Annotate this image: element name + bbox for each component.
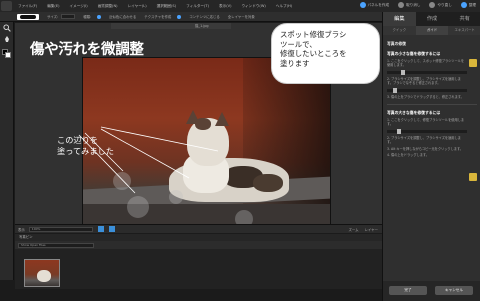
redo-button[interactable]: やり直し — [429, 2, 452, 8]
panel-footer: 完了 キャンセル — [383, 281, 480, 301]
instruction-callout: スポット修復ブラシ ツールで、 修復したいところを 塗ります — [271, 23, 380, 84]
callout-line2: ツールで、 — [280, 39, 317, 49]
redo-icon — [429, 2, 436, 8]
menu-layer[interactable]: レイヤー(L) — [128, 4, 147, 9]
toolbox — [0, 22, 14, 280]
small-blemish-step1: 1. ここをクリックして、スポット修復ブラシツールを使用します。 — [387, 59, 465, 68]
create-panel-button[interactable]: パネルを作成 — [359, 2, 389, 8]
callout-line3: 修復したいところを — [280, 49, 347, 59]
large-blemish-step1: 1. ここをクリックして、修復ブラシツールを使用します。 — [387, 118, 465, 127]
brush-preview[interactable] — [17, 13, 39, 20]
small-blemish-step3: 3. 傷の上をブラシでドラッグすると、修正されます。 — [387, 94, 464, 99]
small-blemish-step2: 2. ブラシサイズを調整し、ブラシサイズを適用します。ブラシでなぞると修正されま… — [387, 76, 461, 86]
create-icon — [359, 2, 366, 8]
all-layers-label: 全レイヤーを対象 — [227, 15, 255, 19]
undo-button[interactable]: 取り消し — [398, 2, 420, 8]
options-bar: サイズ: 種類: 近似色に合わせる テクスチャを作成 コンテンツに応じる 全レイ… — [0, 12, 382, 22]
tab-guided[interactable]: ガイド — [415, 26, 449, 35]
divider — [387, 104, 477, 106]
large-blemish-step4: 4. 傷の上をドラッグします。 — [387, 153, 429, 158]
spot-healing-brush-icon[interactable] — [469, 59, 477, 67]
background-color-swatch[interactable] — [5, 52, 11, 58]
app-logo[interactable] — [1, 1, 12, 11]
undo-icon — [398, 2, 405, 8]
section-heading: 写真の修復 — [387, 41, 406, 46]
hand-tool-icon[interactable] — [2, 35, 12, 43]
size-label: サイズ: — [47, 15, 59, 19]
slider-knob[interactable] — [393, 87, 397, 93]
layout-icon[interactable] — [108, 226, 115, 232]
photo-bin-header[interactable]: 写真ビン — [15, 234, 382, 241]
tab-share[interactable]: 共有 — [448, 12, 480, 26]
menu-enhance[interactable]: 画質調整(N) — [98, 4, 118, 9]
mode-tabs: 編集 作成 共有 — [383, 12, 480, 26]
tab-edit[interactable]: 編集 — [383, 12, 416, 26]
hardness-slider[interactable] — [387, 87, 467, 93]
brush-size-slider[interactable] — [387, 69, 467, 75]
status-right: ズーム レイヤー — [348, 227, 378, 232]
mode-label[interactable]: レイヤー — [365, 227, 378, 232]
large-blemish-title: 写真の大きな傷を修復するには — [387, 110, 441, 116]
menu-filter[interactable]: フィルター(T) — [186, 4, 209, 9]
annotation-line2: 塗ってみました — [57, 145, 114, 156]
content-aware-label: コンテンツに応じる — [189, 15, 220, 19]
large-blemish-step2: 2. ブラシサイズを調整し、ブラシサイズを適用します。 — [387, 135, 461, 145]
bin-source-select[interactable]: Show Open Files — [18, 242, 94, 248]
menu-edit[interactable]: 編集(E) — [47, 4, 59, 9]
healing-brush-icon[interactable] — [469, 173, 477, 181]
guided-panel-body: 写真の修復 写真の小さな傷を修復するには 1. ここをクリックして、スポット修復… — [383, 35, 480, 281]
proximity-label: 近似色に合わせる — [109, 15, 137, 19]
status-bar: 表示 100% ズーム レイヤー — [15, 224, 382, 233]
menu-select[interactable]: 選択範囲(S) — [157, 4, 176, 9]
rotate-icon[interactable] — [97, 226, 104, 232]
callout-line1: スポット修復ブラシ — [280, 30, 347, 39]
menu-file[interactable]: ファイル(F) — [18, 4, 37, 9]
zoom-field[interactable]: 100% — [28, 226, 93, 232]
side-panel: 編集 作成 共有 クイック ガイド エキスパート 写真の修復 写真の小さな傷を修… — [382, 12, 480, 301]
menu-view[interactable]: 表示(V) — [219, 4, 231, 9]
edit-mode-tabs: クイック ガイド エキスパート — [383, 26, 480, 35]
photo-bin — [15, 249, 382, 289]
proximity-radio[interactable] — [97, 14, 102, 19]
content-aware-radio[interactable] — [177, 14, 182, 19]
menu-list: ファイル(F) 編集(E) イメージ(I) 画質調整(N) レイヤー(L) 選択… — [18, 4, 302, 9]
callout-line4: 塗ります — [280, 58, 310, 68]
annotation-line1: この辺りを — [57, 135, 98, 145]
slider-knob[interactable] — [397, 128, 401, 134]
tab-create[interactable]: 作成 — [416, 12, 449, 26]
annotation-label: この辺りを 塗ってみました — [57, 135, 114, 156]
done-button[interactable]: 完了 — [389, 286, 427, 295]
large-brush-size-slider[interactable] — [387, 128, 467, 134]
zoom-label: 表示 — [18, 227, 25, 232]
photo-thumbnail[interactable] — [24, 259, 60, 287]
photo-bin-toolbar: Show Open Files — [15, 241, 382, 249]
size-field[interactable] — [61, 14, 76, 19]
texture-label: テクスチャを作成 — [144, 15, 172, 19]
tab-quick[interactable]: クイック — [383, 26, 416, 35]
thumbnail-cat — [37, 270, 51, 282]
tab-expert[interactable]: エキスパート — [448, 26, 480, 35]
menu-image[interactable]: イメージ(I) — [70, 4, 88, 9]
menu-help[interactable]: ヘルプ(H) — [276, 4, 292, 9]
type-label: 種類: — [83, 15, 92, 19]
organizer-button[interactable]: 整理 — [460, 2, 476, 8]
menu-bar: ファイル(F) 編集(E) イメージ(I) 画質調整(N) レイヤー(L) 選択… — [0, 0, 480, 12]
cancel-button[interactable]: キャンセル — [435, 286, 473, 295]
organizer-icon — [460, 2, 467, 8]
zoom-tool-icon[interactable] — [2, 24, 12, 32]
menu-window[interactable]: ウィンドウ(W) — [241, 4, 265, 9]
small-blemish-title: 写真の小さな傷を修復するには — [387, 51, 441, 56]
large-blemish-step3: 3. Alt キーを押しながらコピー元をクリックします。 — [387, 146, 463, 151]
menubar-actions: パネルを作成 取り消し やり直し 整理 — [351, 2, 476, 8]
slider-knob[interactable] — [401, 69, 405, 75]
fit-label[interactable]: ズーム — [348, 227, 358, 232]
